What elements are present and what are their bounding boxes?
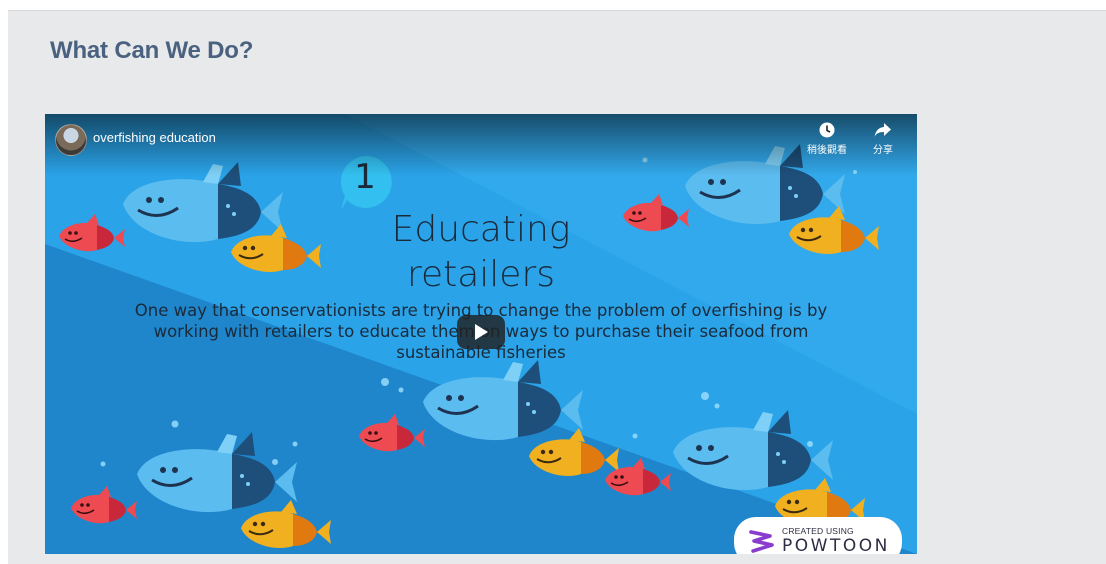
content-panel: What Can We Do? 1 Educating retailers On… [8,10,1106,564]
play-button[interactable] [457,315,505,349]
watch-later-button[interactable]: 稍後觀看 [797,122,857,156]
play-icon [475,324,488,340]
share-button[interactable]: 分享 [853,122,913,156]
watch-later-label: 稍後觀看 [807,145,847,156]
slide-title-line1: Educating [391,209,571,250]
share-arrow-icon [874,123,891,137]
powtoon-created-using: CREATED USING [782,526,854,536]
powtoon-logo-icon [749,530,774,553]
video-title[interactable]: overfishing education [93,130,216,145]
video-player[interactable]: 1 Educating retailers One way that conse… [45,114,917,554]
powtoon-watermark[interactable]: CREATED USING POWTOON [734,517,902,554]
player-top-bar [45,114,917,176]
clock-icon [819,122,835,138]
powtoon-brand: POWTOON [782,536,890,554]
section-heading: What Can We Do? [50,37,254,64]
share-label: 分享 [873,145,893,156]
channel-avatar[interactable] [55,124,87,156]
slide-title-line2: retailers [406,254,556,295]
